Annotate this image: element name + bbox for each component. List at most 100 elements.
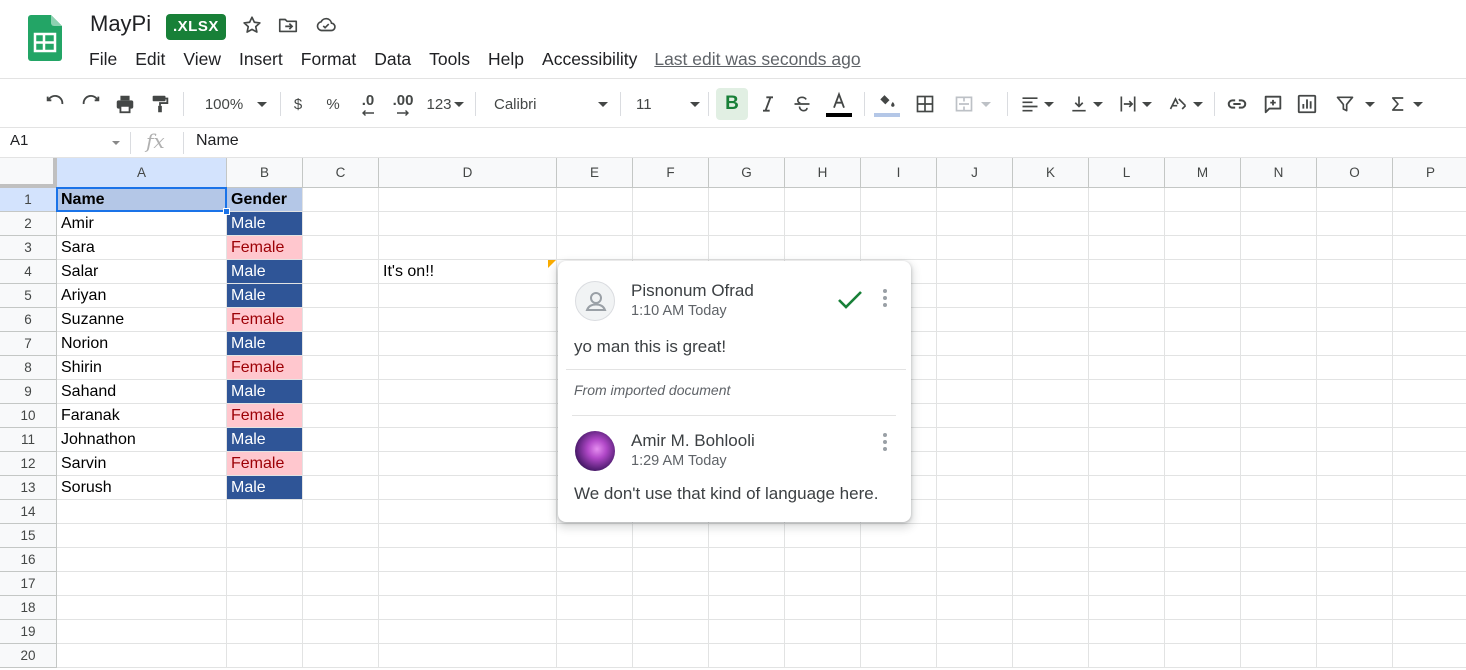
functions-icon[interactable] [1386,91,1426,117]
cell-d7[interactable] [379,332,557,356]
cell-o2[interactable] [1317,212,1393,236]
cell-i19[interactable] [861,620,937,644]
sheets-logo-icon[interactable] [28,15,62,61]
cell-f18[interactable] [633,596,709,620]
cell-d13[interactable] [379,476,557,500]
row-header-19[interactable]: 19 [0,620,57,644]
currency-format-button[interactable]: $ [288,91,308,117]
cell-e16[interactable] [557,548,633,572]
cell-p2[interactable] [1393,212,1466,236]
cell-l16[interactable] [1089,548,1165,572]
cell-l11[interactable] [1089,428,1165,452]
cell-j18[interactable] [937,596,1013,620]
cell-b2[interactable]: Male [227,212,303,236]
cell-a15[interactable] [57,524,227,548]
cell-o7[interactable] [1317,332,1393,356]
cell-e18[interactable] [557,596,633,620]
merge-cells-icon[interactable] [948,91,996,117]
column-header-a[interactable]: A [57,158,227,188]
cell-l17[interactable] [1089,572,1165,596]
cell-a4[interactable]: Salar [57,260,227,284]
cell-g20[interactable] [709,644,785,668]
menu-insert[interactable]: Insert [230,46,292,72]
row-header-17[interactable]: 17 [0,572,57,596]
cell-j13[interactable] [937,476,1013,500]
cell-c14[interactable] [303,500,379,524]
cell-k18[interactable] [1013,596,1089,620]
column-header-n[interactable]: N [1241,158,1317,188]
row-header-1[interactable]: 1 [0,188,57,212]
row-header-6[interactable]: 6 [0,308,57,332]
bold-button[interactable]: B [716,88,748,120]
cell-a19[interactable] [57,620,227,644]
cell-i1[interactable] [861,188,937,212]
cell-l7[interactable] [1089,332,1165,356]
row-header-5[interactable]: 5 [0,284,57,308]
cell-b18[interactable] [227,596,303,620]
cell-p12[interactable] [1393,452,1466,476]
cell-a8[interactable]: Shirin [57,356,227,380]
cell-d18[interactable] [379,596,557,620]
cell-h3[interactable] [785,236,861,260]
column-header-o[interactable]: O [1317,158,1393,188]
cell-c6[interactable] [303,308,379,332]
cell-k1[interactable] [1013,188,1089,212]
cell-o1[interactable] [1317,188,1393,212]
cell-a9[interactable]: Sahand [57,380,227,404]
cell-j16[interactable] [937,548,1013,572]
column-header-e[interactable]: E [557,158,633,188]
cell-j3[interactable] [937,236,1013,260]
fill-handle[interactable] [223,208,230,215]
cell-l12[interactable] [1089,452,1165,476]
cell-c10[interactable] [303,404,379,428]
insert-comment-icon[interactable] [1260,91,1286,117]
cell-d12[interactable] [379,452,557,476]
cell-f17[interactable] [633,572,709,596]
cell-p1[interactable] [1393,188,1466,212]
cell-k19[interactable] [1013,620,1089,644]
cell-k7[interactable] [1013,332,1089,356]
cell-l15[interactable] [1089,524,1165,548]
text-wrapping-icon[interactable] [1114,91,1156,117]
text-rotation-icon[interactable] [1164,91,1206,117]
cell-p4[interactable] [1393,260,1466,284]
cell-l20[interactable] [1089,644,1165,668]
cell-n7[interactable] [1241,332,1317,356]
cell-j14[interactable] [937,500,1013,524]
cell-d20[interactable] [379,644,557,668]
cell-k16[interactable] [1013,548,1089,572]
cell-j11[interactable] [937,428,1013,452]
star-icon[interactable] [241,14,263,36]
insert-chart-icon[interactable] [1294,91,1320,117]
cell-a14[interactable] [57,500,227,524]
column-header-p[interactable]: P [1393,158,1466,188]
cell-o20[interactable] [1317,644,1393,668]
cell-j1[interactable] [937,188,1013,212]
cell-j7[interactable] [937,332,1013,356]
menu-view[interactable]: View [174,46,230,72]
cell-k13[interactable] [1013,476,1089,500]
cell-p15[interactable] [1393,524,1466,548]
cell-n5[interactable] [1241,284,1317,308]
more-formats-button[interactable]: 123 [424,91,466,117]
cell-b8[interactable]: Female [227,356,303,380]
cell-h19[interactable] [785,620,861,644]
row-header-7[interactable]: 7 [0,332,57,356]
cell-l19[interactable] [1089,620,1165,644]
row-header-20[interactable]: 20 [0,644,57,668]
cell-p14[interactable] [1393,500,1466,524]
cell-l2[interactable] [1089,212,1165,236]
cell-o9[interactable] [1317,380,1393,404]
cell-b14[interactable] [227,500,303,524]
cell-e20[interactable] [557,644,633,668]
cell-f19[interactable] [633,620,709,644]
cell-k17[interactable] [1013,572,1089,596]
cell-o6[interactable] [1317,308,1393,332]
cell-o16[interactable] [1317,548,1393,572]
cell-k6[interactable] [1013,308,1089,332]
cell-o15[interactable] [1317,524,1393,548]
cell-b19[interactable] [227,620,303,644]
cell-g17[interactable] [709,572,785,596]
cell-n16[interactable] [1241,548,1317,572]
last-edit-link[interactable]: Last edit was seconds ago [654,49,860,70]
